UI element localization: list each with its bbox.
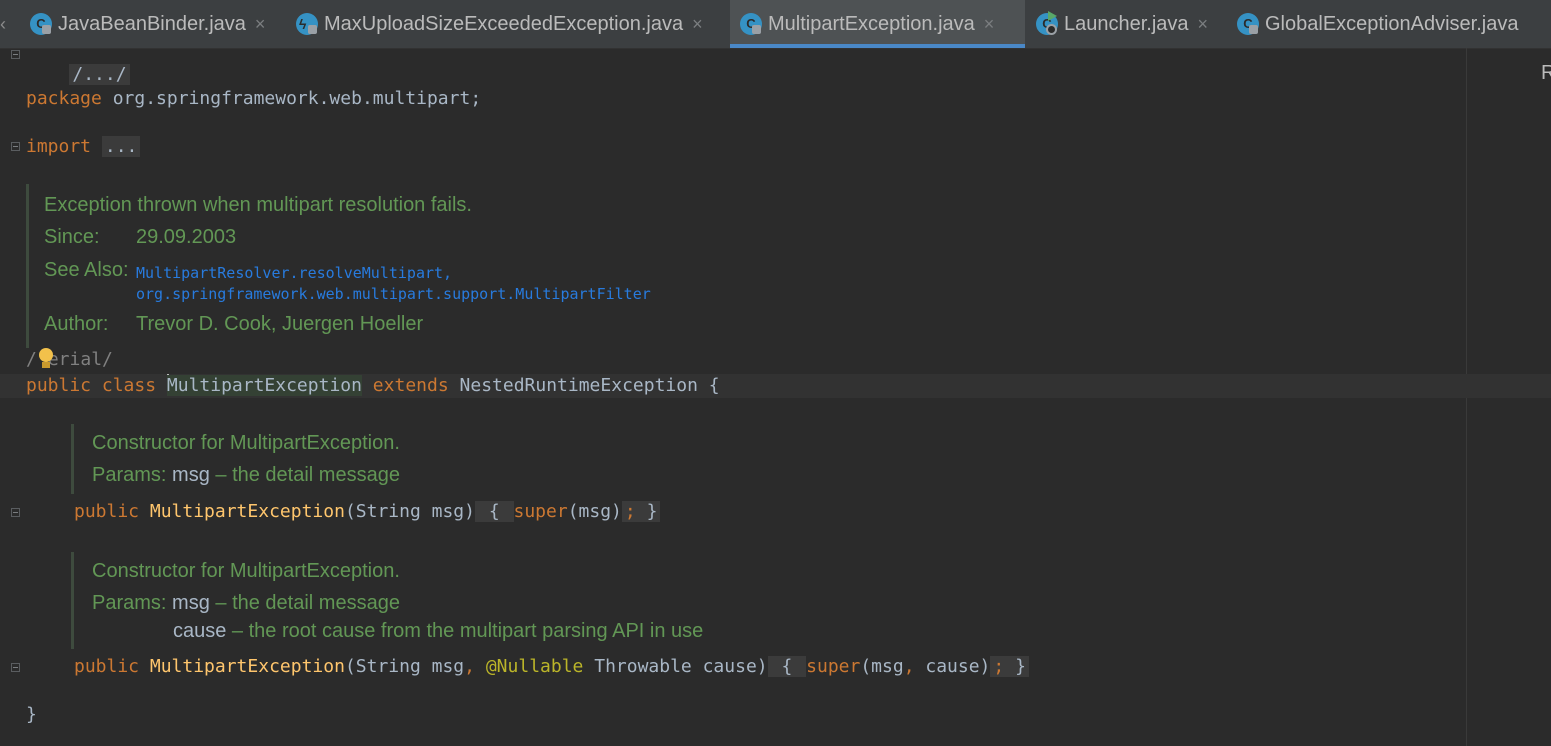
tab-label: MaxUploadSizeExceededException.java (324, 12, 684, 35)
tab-multipartexception[interactable]: C MultipartException.java × (730, 0, 1025, 48)
tab-label: MultipartException.java (768, 12, 975, 35)
fold-toggle-icon[interactable] (11, 663, 20, 672)
import-statement[interactable]: import ... (26, 136, 141, 158)
exception-class-icon: ϟ (296, 13, 318, 35)
javadoc-since-label: Since: (44, 226, 100, 248)
tab-label: GlobalExceptionAdviser.java (1265, 12, 1519, 35)
close-icon[interactable]: × (255, 14, 266, 34)
javadoc-see-also-link[interactable]: MultipartResolver.resolveMultipart, (136, 264, 452, 282)
javadoc-author-label: Author: (44, 313, 109, 335)
close-icon[interactable]: × (1198, 14, 1209, 34)
class-declaration[interactable]: public class MultipartException extends … (26, 374, 720, 397)
folded-imports: ... (101, 136, 141, 157)
javadoc-params: cause – the root cause from the multipar… (173, 620, 704, 642)
javadoc-author-value: Trevor D. Cook, Juergen Hoeller (136, 313, 424, 335)
javadoc-params: Params: msg – the detail message (92, 464, 400, 486)
tab-launcher[interactable]: C Launcher.java × (1036, 0, 1208, 48)
close-icon[interactable]: × (984, 14, 995, 34)
class-icon: C (740, 13, 762, 35)
tabs-scroll-left-icon[interactable]: ‹ (0, 14, 14, 34)
class-javadoc: Exception thrown when multipart resoluti… (26, 184, 729, 348)
constructor-declaration[interactable]: public MultipartException(String msg) { … (74, 501, 661, 523)
package-statement[interactable]: package org.springframework.web.multipar… (26, 88, 481, 110)
class-icon: C (30, 13, 52, 35)
fold-toggle-icon[interactable] (11, 142, 20, 151)
tab-maxuploadsizeexceededexception[interactable]: ϟ MaxUploadSizeExceededException.java × (296, 0, 703, 48)
javadoc-since-value: 29.09.2003 (136, 226, 237, 248)
fold-toggle-icon[interactable] (11, 50, 20, 59)
tab-globalexceptionadviser[interactable]: C GlobalExceptionAdviser.java (1237, 0, 1518, 48)
tab-label: JavaBeanBinder.java (58, 12, 246, 35)
tab-label: Launcher.java (1064, 12, 1189, 35)
class-closing-brace[interactable]: } (26, 704, 37, 726)
constructor-javadoc: Constructor for MultipartException. Para… (71, 552, 774, 649)
right-panel-label: R (1541, 62, 1551, 84)
fold-toggle-icon[interactable] (11, 508, 20, 517)
javadoc-see-also-link[interactable]: org.springframework.web.multipart.suppor… (136, 285, 651, 303)
javadoc-params: Params: msg – the detail message (92, 592, 400, 614)
javadoc-see-also-label: See Also: (44, 259, 129, 281)
editor-tab-bar: ‹ C JavaBeanBinder.java × ϟ MaxUploadSiz… (0, 0, 1551, 49)
javadoc-description: Constructor for MultipartException. (92, 432, 400, 454)
lightbulb-icon[interactable] (38, 348, 54, 370)
tab-javabeanbinder[interactable]: C JavaBeanBinder.java × (30, 0, 265, 48)
javadoc-description: Exception thrown when multipart resoluti… (44, 194, 472, 216)
constructor-declaration[interactable]: public MultipartException(String msg, @N… (74, 656, 1029, 678)
class-icon: C (1237, 13, 1259, 35)
constructor-javadoc: Constructor for MultipartException. Para… (71, 424, 574, 494)
close-icon[interactable]: × (692, 14, 703, 34)
code-editor[interactable]: R /.../ package org.springframework.web.… (0, 48, 1551, 746)
runnable-class-icon: C (1036, 11, 1058, 35)
javadoc-description: Constructor for MultipartException. (92, 560, 400, 582)
